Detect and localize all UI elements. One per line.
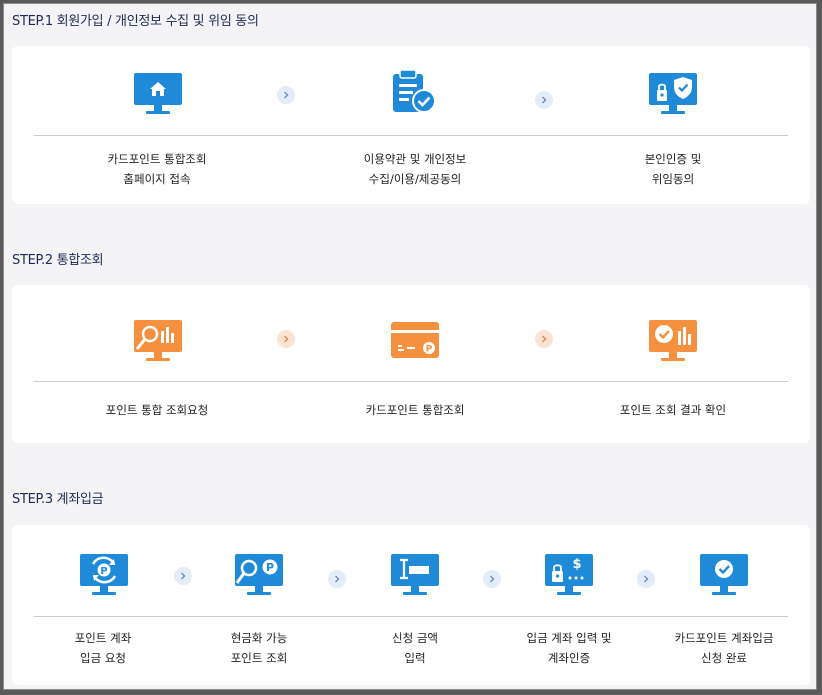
step2-card: P 포인트 통합 조회요청 카드포인트 통합조회 포인트 조회 결과 확인: [12, 285, 810, 443]
step3-item-1-label: 포인트 계좌 입금 요청: [74, 631, 132, 665]
step1-card: 카드포인트 통합조회 홈페이지 접속 이용약관 및 개인정보 수집/이용/제공동의 …: [12, 46, 810, 204]
arrow-icon: [328, 570, 346, 588]
step3-item-2-label: 현금화 가능 포인트 조회: [230, 631, 288, 665]
arrow-icon: [535, 330, 553, 348]
step2-item-1-label: 포인트 통합 조회요청: [105, 403, 209, 417]
step2-item-2-label: 카드포인트 통합조회: [365, 403, 465, 417]
svg-text:P: P: [426, 345, 433, 355]
point-card-icon: P: [391, 322, 439, 358]
check-chart-monitor-icon: [649, 320, 697, 361]
step2-title: STEP.2 통합조회: [12, 253, 104, 268]
check-monitor-icon: [700, 554, 748, 595]
svg-text:P: P: [266, 561, 274, 574]
step1-item-1-label: 카드포인트 통합조회 홈페이지 접속: [107, 152, 207, 186]
clipboard-check-icon: [393, 69, 436, 113]
step3-card: P P $ 포인트 계좌 입금 요청 현금화 가능 포인트 조회 신청 금액 입…: [12, 525, 810, 685]
step2-item-3-label: 포인트 조회 결과 확인: [619, 403, 727, 417]
step1-item-3-label: 본인인증 및 위임동의: [644, 152, 702, 186]
arrow-icon: [277, 86, 295, 104]
process-guide: STEP.1 회원가입 / 개인정보 수집 및 위임 동의 카드포인트 통합조회…: [3, 3, 817, 690]
search-chart-monitor-icon: [134, 320, 182, 361]
arrow-icon: [535, 91, 553, 109]
amount-input-monitor-icon: [391, 554, 439, 595]
point-search-monitor-icon: P: [235, 554, 283, 595]
account-lock-monitor-icon: $: [545, 554, 593, 595]
svg-text:$: $: [572, 557, 581, 572]
arrow-icon: [637, 570, 655, 588]
arrow-icon: [174, 567, 192, 585]
arrow-icon: [483, 570, 501, 588]
point-refresh-monitor-icon: P: [80, 554, 128, 595]
step3-item-5-label: 카드포인트 계좌입금 신청 완료: [674, 631, 774, 665]
step3-item-3-label: 신청 금액 입력: [392, 631, 438, 665]
step1-item-2-label: 이용약관 및 개인정보 수집/이용/제공동의: [363, 152, 467, 186]
shield-lock-monitor-icon: [649, 73, 697, 114]
arrow-icon: [277, 330, 295, 348]
step1-title: STEP.1 회원가입 / 개인정보 수집 및 위임 동의: [12, 14, 259, 29]
svg-text:P: P: [100, 566, 107, 577]
step3-title: STEP.3 계좌입금: [12, 492, 104, 507]
home-monitor-icon: [134, 73, 182, 114]
step3-item-4-label: 입금 계좌 입력 및 계좌인증: [526, 631, 612, 665]
